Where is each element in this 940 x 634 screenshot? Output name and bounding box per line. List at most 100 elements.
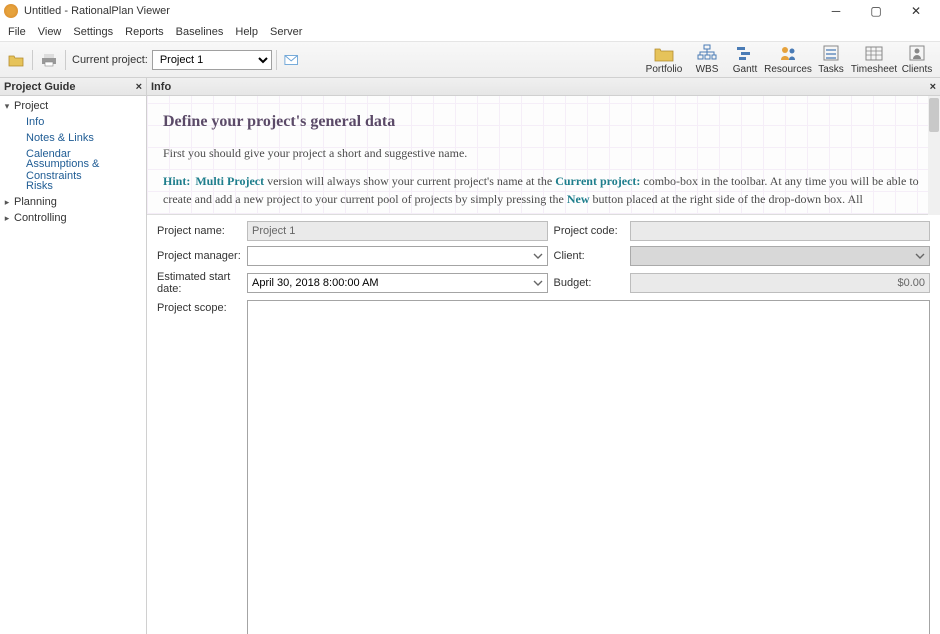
- toolbar-timesheet[interactable]: Timesheet: [850, 42, 898, 76]
- info-body: Define your project's general data First…: [147, 96, 940, 634]
- project-guide-header: Project Guide ×: [0, 78, 146, 96]
- label-project-scope: Project scope:: [157, 300, 241, 314]
- minimize-button[interactable]: ─: [816, 0, 856, 22]
- tree-item-project[interactable]: ▾ Project: [0, 98, 146, 114]
- current-project-label: Current project:: [72, 54, 148, 66]
- gantt-icon: [735, 43, 755, 63]
- wbs-icon: [697, 43, 717, 63]
- info-panel: Info × Define your project's general dat…: [147, 78, 940, 634]
- help-line1: First you should give your project a sho…: [163, 144, 924, 162]
- toolbar-resources-label: Resources: [764, 64, 812, 75]
- project-manager-select[interactable]: [247, 246, 548, 266]
- hint-label: Hint:: [163, 174, 190, 188]
- menu-view[interactable]: View: [32, 24, 68, 40]
- budget-field[interactable]: [630, 273, 931, 293]
- project-guide-title: Project Guide: [4, 81, 76, 93]
- tree-item-label: Assumptions & Constraints: [26, 158, 146, 182]
- tree-item-label: Project: [14, 100, 48, 112]
- tree-item-label: Info: [26, 116, 44, 128]
- tree-item-info[interactable]: Info: [0, 114, 146, 130]
- tree-item-controlling[interactable]: ▸ Controlling: [0, 210, 146, 226]
- toolbar-clients[interactable]: Clients: [898, 42, 936, 76]
- info-title: Info: [151, 81, 171, 93]
- hint-new: New: [567, 192, 590, 206]
- separator: [276, 50, 277, 70]
- label-project-manager: Project manager:: [157, 250, 241, 262]
- toolbar-tasks[interactable]: Tasks: [812, 42, 850, 76]
- separator: [32, 50, 33, 70]
- portfolio-icon: [654, 43, 674, 63]
- toolbar-gantt[interactable]: Gantt: [726, 42, 764, 76]
- help-scrollbar[interactable]: [928, 96, 940, 215]
- window-title: Untitled - RationalPlan Viewer: [24, 5, 816, 17]
- estimated-start-select[interactable]: April 30, 2018 8:00:00 AM: [247, 273, 548, 293]
- chevron-right-icon[interactable]: ▸: [2, 197, 12, 208]
- client-select[interactable]: [630, 246, 931, 266]
- menu-help[interactable]: Help: [229, 24, 264, 40]
- toolbar-gantt-label: Gantt: [733, 64, 757, 75]
- help-block-wrap: Define your project's general data First…: [147, 96, 940, 215]
- timesheet-icon: [864, 43, 884, 63]
- scrollbar-thumb[interactable]: [929, 98, 939, 132]
- toolbar-resources[interactable]: Resources: [764, 42, 812, 76]
- hint-multi-project: Multi Project: [195, 174, 264, 188]
- help-hint: Hint: Multi Project version will always …: [163, 172, 924, 208]
- app-icon: [4, 4, 18, 18]
- label-estimated-start: Estimated start date:: [157, 271, 241, 295]
- resources-icon: [778, 43, 798, 63]
- project-scope-textarea[interactable]: [247, 300, 930, 634]
- hint-text-1: version will always show your current pr…: [264, 174, 555, 188]
- close-button[interactable]: ✕: [896, 0, 936, 22]
- hint-text-3: button placed at the right side of the d…: [590, 192, 863, 206]
- main-area: Project Guide × ▾ Project Info Notes & L…: [0, 78, 940, 634]
- menu-file[interactable]: File: [2, 24, 32, 40]
- toolbar: Current project: Project 1 Portfolio WBS…: [0, 42, 940, 78]
- maximize-button[interactable]: ▢: [856, 0, 896, 22]
- project-guide-close-icon[interactable]: ×: [136, 81, 142, 93]
- project-guide-tree: ▾ Project Info Notes & Links Calendar As…: [0, 96, 146, 228]
- tree-item-notes-links[interactable]: Notes & Links: [0, 130, 146, 146]
- menu-baselines[interactable]: Baselines: [170, 24, 230, 40]
- mail-icon[interactable]: [284, 51, 302, 69]
- project-code-field[interactable]: [630, 221, 931, 241]
- current-project-select[interactable]: Project 1: [152, 50, 272, 70]
- tree-item-planning[interactable]: ▸ Planning: [0, 194, 146, 210]
- separator: [65, 50, 66, 70]
- toolbar-portfolio-label: Portfolio: [646, 64, 683, 75]
- project-name-field[interactable]: [247, 221, 548, 241]
- hint-current-project: Current project:: [555, 174, 640, 188]
- open-folder-icon[interactable]: [7, 51, 25, 69]
- titlebar: Untitled - RationalPlan Viewer ─ ▢ ✕: [0, 0, 940, 22]
- menu-settings[interactable]: Settings: [67, 24, 119, 40]
- help-heading: Define your project's general data: [163, 110, 924, 134]
- print-icon[interactable]: [40, 51, 58, 69]
- menu-server[interactable]: Server: [264, 24, 308, 40]
- tasks-icon: [821, 43, 841, 63]
- toolbar-right: Portfolio WBS Gantt Resources Tasks Time…: [640, 42, 936, 76]
- toolbar-wbs[interactable]: WBS: [688, 42, 726, 76]
- label-client: Client:: [554, 250, 624, 262]
- toolbar-portfolio[interactable]: Portfolio: [640, 42, 688, 76]
- project-guide-panel: Project Guide × ▾ Project Info Notes & L…: [0, 78, 147, 634]
- menu-reports[interactable]: Reports: [119, 24, 170, 40]
- toolbar-wbs-label: WBS: [696, 64, 719, 75]
- label-project-name: Project name:: [157, 225, 241, 237]
- chevron-down-icon[interactable]: ▾: [2, 101, 12, 112]
- toolbar-timesheet-label: Timesheet: [851, 64, 897, 75]
- tree-item-assumptions[interactable]: Assumptions & Constraints: [0, 162, 146, 178]
- tree-item-label: Controlling: [14, 212, 67, 224]
- tree-item-label: Notes & Links: [26, 132, 94, 144]
- info-header: Info ×: [147, 78, 940, 96]
- toolbar-clients-label: Clients: [902, 64, 933, 75]
- tree-item-label: Planning: [14, 196, 57, 208]
- help-block: Define your project's general data First…: [147, 96, 940, 215]
- label-budget: Budget:: [554, 277, 624, 289]
- chevron-right-icon[interactable]: ▸: [2, 213, 12, 224]
- toolbar-tasks-label: Tasks: [818, 64, 844, 75]
- project-form: Project name: Project code: Project mana…: [147, 215, 940, 634]
- tree-item-label: Risks: [26, 180, 53, 192]
- label-project-code: Project code:: [554, 225, 624, 237]
- window-controls: ─ ▢ ✕: [816, 0, 936, 22]
- clients-icon: [907, 43, 927, 63]
- info-close-icon[interactable]: ×: [930, 81, 936, 93]
